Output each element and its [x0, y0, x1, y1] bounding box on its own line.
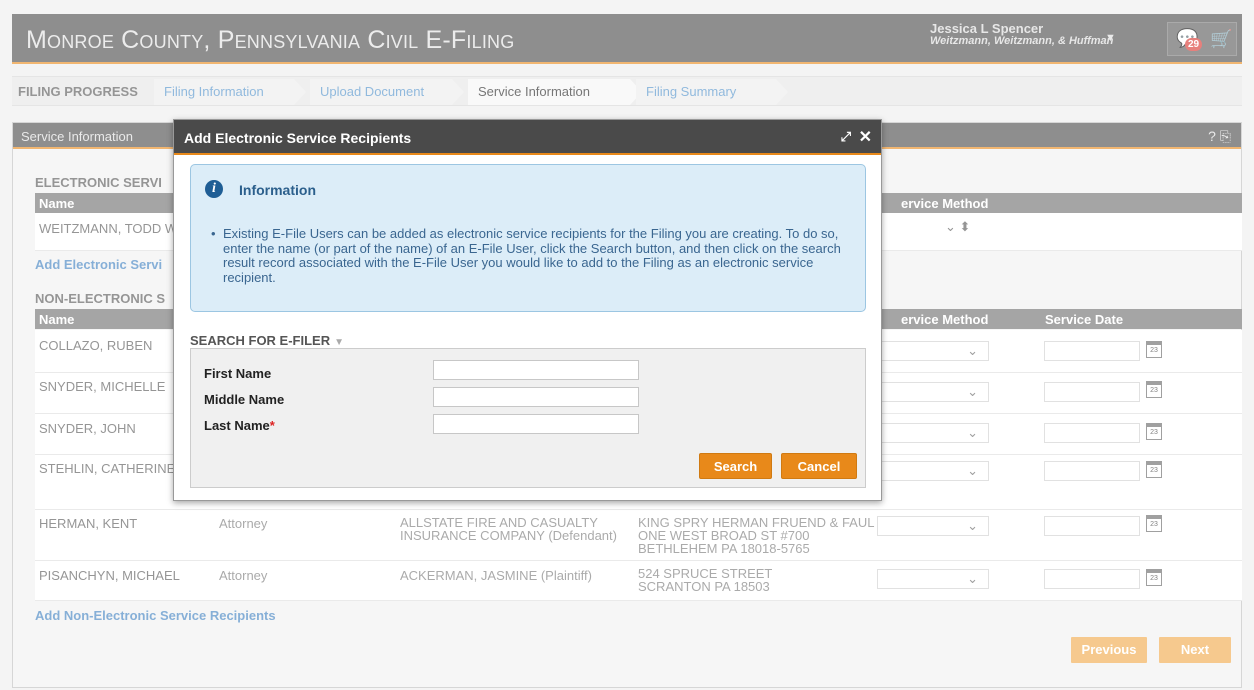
expand-icon[interactable]: ⤢ [841, 129, 851, 145]
close-icon[interactable]: ✕ [859, 127, 872, 147]
last-name-field[interactable] [433, 414, 639, 434]
dialog-title: Add Electronic Service Recipients [184, 130, 412, 146]
search-form: First Name Middle Name Last Name* Search… [190, 348, 866, 488]
first-name-field[interactable] [433, 360, 639, 380]
required-marker: * [269, 418, 275, 433]
info-icon: i [205, 180, 223, 198]
middle-name-field[interactable] [433, 387, 639, 407]
caret-down-icon: ▼ [334, 337, 345, 348]
dialog-header: Add Electronic Service Recipients ⤢ ✕ [174, 120, 881, 155]
search-section-label: SEARCH FOR E-FILER [190, 333, 331, 348]
add-electronic-recipients-dialog: Add Electronic Service Recipients ⤢ ✕ i … [173, 119, 882, 501]
cancel-button[interactable]: Cancel [781, 453, 857, 479]
middle-name-label: Middle Name [204, 392, 285, 407]
first-name-label: First Name [204, 366, 272, 381]
information-box: i Information Existing E-File Users can … [190, 164, 866, 312]
last-name-label-text: Last Name [204, 418, 270, 433]
search-section-toggle[interactable]: SEARCH FOR E-FILER ▼ [190, 333, 344, 348]
search-button[interactable]: Search [699, 453, 772, 479]
last-name-label: Last Name* [204, 418, 275, 433]
info-title: Information [239, 182, 316, 198]
info-text: Existing E-File Users can be added as el… [211, 226, 853, 285]
